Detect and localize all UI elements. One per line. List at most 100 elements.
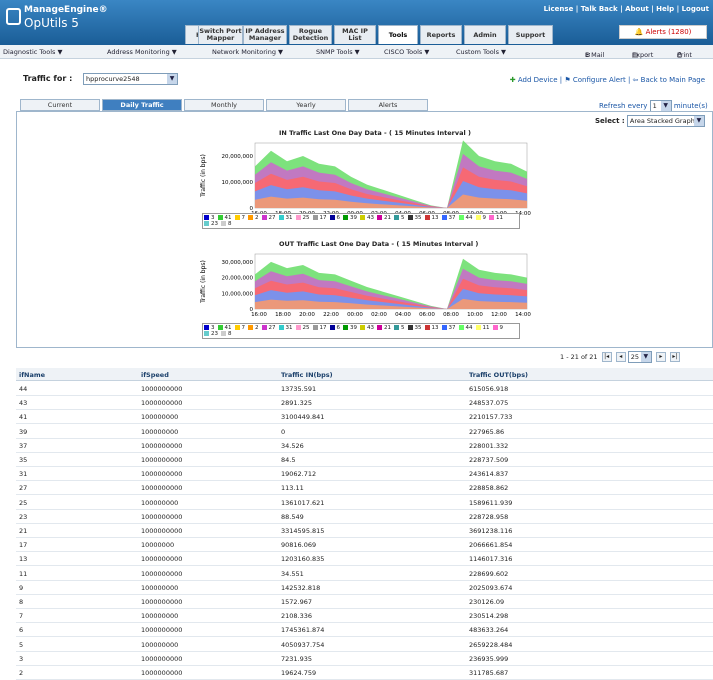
table-cell: 1000000000 (141, 527, 183, 535)
legend-item: 2 (248, 215, 259, 221)
legend-label: 21 (384, 215, 391, 221)
table-cell: 13 (19, 555, 28, 564)
table-cell: 228728.958 (469, 512, 509, 521)
graph-type-select[interactable]: Area Stacked Graph ▼ (626, 115, 705, 127)
table-cell: 243614.837 (469, 470, 509, 479)
legend-item: 31 (278, 215, 293, 221)
table-cell: 1000000000 (141, 456, 183, 464)
subtab-alerts[interactable]: Alerts (348, 99, 428, 111)
table-cell: 34.551 (281, 569, 304, 578)
back-to-main-link[interactable]: Back to Main Page (641, 76, 705, 84)
menu-diagnostic-tools[interactable]: Diagnostic Tools ▼ (3, 48, 62, 56)
legend-label: 23 (211, 221, 218, 227)
legend-label: 13 (431, 325, 439, 331)
table-cell: 27 (19, 484, 28, 493)
tab-tools[interactable]: Tools (378, 25, 418, 44)
legend-label: 43 (367, 215, 374, 221)
legend-label: 37 (448, 215, 456, 221)
legend-item: 23 (204, 331, 218, 337)
pagination: 1 - 21 of 21 |◂ ◂ 25 ▼ ▸ ▸| (560, 351, 680, 363)
tab-support[interactable]: Support (508, 25, 553, 44)
table-row: 21 1000000000 3314595.815 3691238.116 (16, 524, 713, 538)
legend-swatch (234, 215, 240, 220)
tab-mac-ip-list[interactable]: MAC IP List (334, 25, 376, 44)
legend-label: 8 (228, 221, 232, 227)
table-cell: 2108.336 (281, 612, 313, 621)
subtab-current[interactable]: Current (20, 99, 100, 111)
table-cell: 8 (19, 598, 24, 606)
subtab-monthly[interactable]: Monthly (184, 99, 264, 111)
next-page-icon[interactable]: ▸ (655, 352, 666, 362)
legend-item: 5 (394, 215, 405, 221)
configure-alert-link[interactable]: Configure Alert (573, 76, 626, 84)
table-cell: 10000000 (141, 541, 175, 550)
legend-label: 31 (285, 215, 293, 221)
legend-item: 7 (234, 325, 246, 331)
table-cell: 3691238.116 (469, 527, 513, 535)
legend-swatch (221, 221, 226, 226)
col-traffic-out[interactable]: Traffic OUT(bps) (469, 371, 528, 379)
legend-item: 35 (407, 325, 422, 331)
legend-swatch (475, 215, 481, 220)
menu-snmp-tools[interactable]: SNMP Tools ▼ (316, 48, 360, 56)
tab-rogue-detection[interactable]: Rogue Detection (289, 25, 332, 44)
add-device-link[interactable]: Add Device (518, 76, 558, 84)
table-row: 31 1000000000 19062.712 243614.837 (16, 467, 713, 482)
menu-address-monitoring[interactable]: Address Monitoring ▼ (107, 48, 177, 56)
refresh-label: Refresh every (599, 102, 648, 110)
menu-network-monitoring[interactable]: Network Monitoring ▼ (212, 48, 283, 56)
table-cell: 248537.075 (469, 399, 509, 408)
legend-label: 7 (241, 325, 246, 331)
alerts-badge[interactable]: 🔔 Alerts (1280) (619, 25, 707, 39)
legend-swatch (407, 325, 413, 330)
menu-custom-tools[interactable]: Custom Tools ▼ (456, 48, 506, 56)
tab-admin[interactable]: Admin (464, 25, 506, 44)
table-row: 23 1000000000 88.549 228728.958 (16, 510, 713, 524)
menu-cisco-tools[interactable]: CISCO Tools ▼ (384, 48, 429, 56)
table-row: 27 1000000000 113.11 228858.862 (16, 481, 713, 496)
legend-swatch (221, 331, 226, 336)
per-page-value: 25 (630, 353, 640, 361)
x-tick-label: 00:00 (347, 312, 363, 318)
x-tick-label: 10:00 (467, 312, 483, 318)
table-cell: 1000000000 (141, 669, 183, 677)
last-page-icon[interactable]: ▸| (669, 352, 680, 362)
legend-swatch (248, 325, 253, 330)
top-links[interactable]: License | Talk Back | About | Help | Log… (544, 5, 709, 13)
legend-item: 43 (360, 325, 374, 331)
tab-ip-address-manager[interactable]: IP Address Manager (243, 25, 287, 44)
legend-label: 9 (482, 215, 487, 221)
table-row: 35 1000000000 84.5 228737.509 (16, 453, 713, 467)
col-ifname[interactable]: ifName (19, 371, 45, 379)
legend-item: 11 (475, 325, 490, 331)
legend-item: 5 (394, 325, 405, 331)
tab-reports[interactable]: Reports (420, 25, 462, 44)
table-cell: 39 (19, 427, 28, 436)
table-cell: 9 (19, 583, 24, 592)
legend-swatch (234, 325, 240, 330)
subtab-daily-traffic[interactable]: Daily Traffic (102, 99, 182, 111)
prev-page-icon[interactable]: ◂ (615, 352, 626, 362)
tab-switch-port-mapper[interactable]: Switch Port Mapper (198, 25, 243, 44)
legend-label: 25 (302, 325, 310, 331)
table-cell: 100000000 (141, 427, 179, 436)
col-traffic-in[interactable]: Traffic IN(bps) (281, 371, 333, 379)
table-row: 41 100000000 3100449.841 2210157.733 (16, 410, 713, 425)
table-row: 5 100000000 4050937.754 2659228.484 (16, 638, 713, 652)
legend-swatch (217, 325, 223, 330)
per-page-select[interactable]: 25 ▼ (627, 351, 652, 363)
legend-label: 6 (336, 325, 341, 331)
legend-swatch (407, 215, 413, 220)
col-ifspeed[interactable]: ifSpeed (141, 371, 169, 379)
legend-item: 37 (441, 325, 456, 331)
legend-swatch (394, 325, 399, 330)
legend-item: 27 (261, 325, 276, 331)
table-cell: 6 (19, 626, 24, 635)
table-cell: 19624.759 (281, 669, 317, 677)
legend-item: 11 (489, 215, 503, 221)
device-select[interactable]: hpprocurve2548 ▼ (83, 73, 178, 85)
table-cell: 1146017.316 (469, 555, 513, 564)
refresh-value: 1 (652, 102, 657, 110)
first-page-icon[interactable]: |◂ (601, 352, 612, 362)
subtab-yearly[interactable]: Yearly (266, 99, 346, 111)
